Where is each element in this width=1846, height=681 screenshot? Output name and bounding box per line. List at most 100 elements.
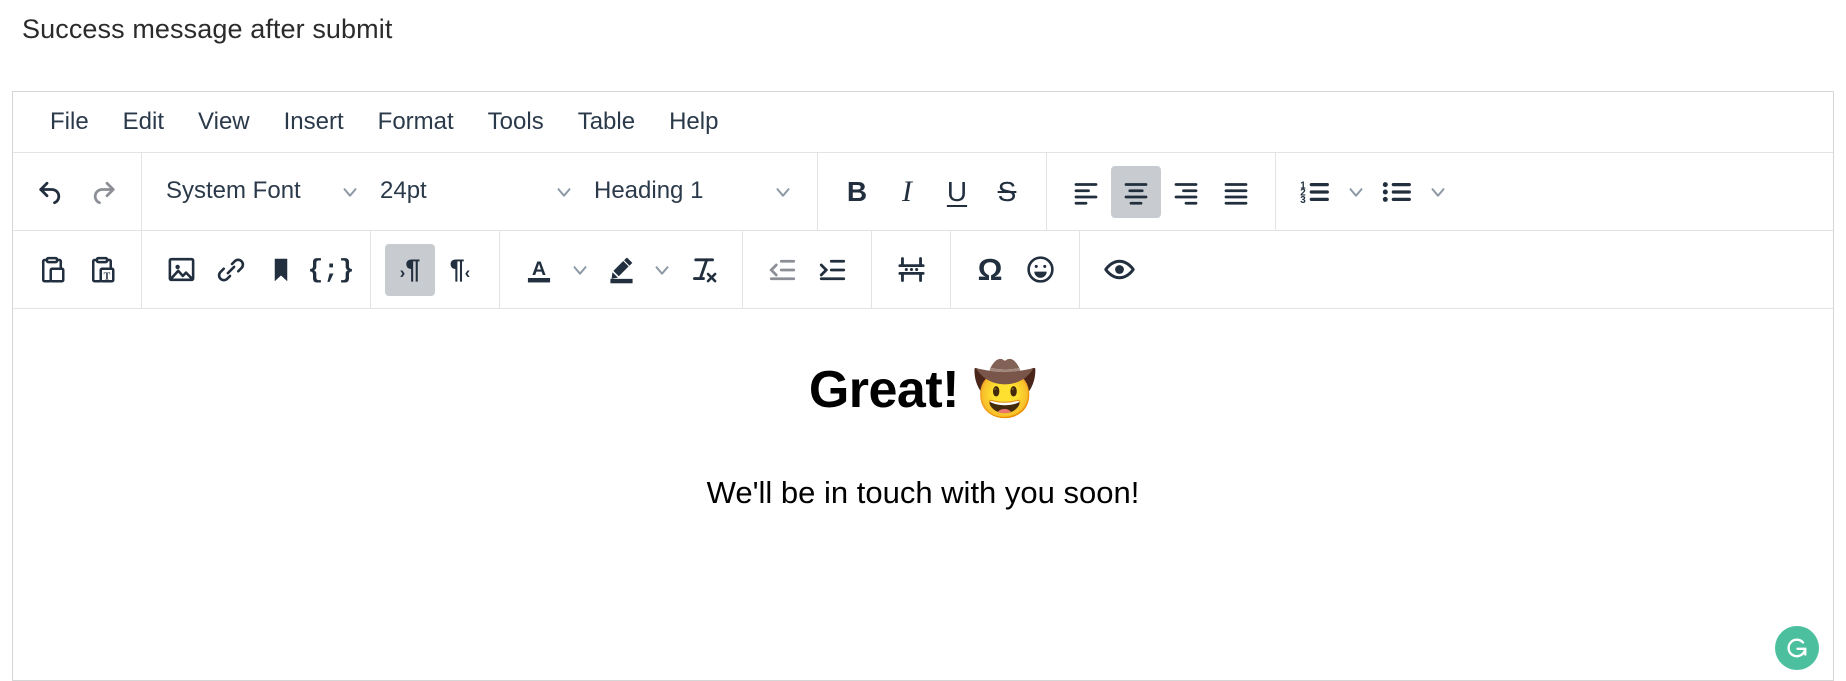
history-group — [13, 153, 142, 230]
preview-group — [1080, 231, 1833, 308]
ltr-icon: ›¶ — [399, 254, 421, 284]
grammarly-badge[interactable] — [1775, 626, 1819, 670]
menu-help[interactable]: Help — [652, 105, 735, 139]
indent-button[interactable] — [807, 244, 857, 296]
horizontal-rule-icon — [897, 257, 925, 282]
numbered-list-icon: 123 — [1300, 180, 1329, 206]
smiley-icon — [1026, 256, 1054, 283]
paste-button[interactable] — [27, 244, 77, 296]
insert-link-button[interactable] — [206, 244, 256, 296]
strikethrough-icon: S — [997, 175, 1017, 207]
font-size-select[interactable]: 24pt — [370, 166, 584, 218]
toolbar-row-2: T {;} ›¶ ¶‹ A Ω — [13, 231, 1833, 309]
redo-icon — [93, 181, 115, 204]
page-title: Success message after submit — [22, 14, 393, 44]
menu-edit[interactable]: Edit — [106, 105, 181, 139]
chevron-down-icon — [334, 166, 366, 218]
omega-icon: Ω — [977, 252, 1003, 287]
bold-button[interactable]: B — [832, 166, 882, 218]
link-icon — [217, 258, 245, 281]
direction-group: ›¶ ¶‹ — [371, 231, 500, 308]
eye-icon — [1103, 259, 1135, 280]
italic-button[interactable]: I — [882, 166, 932, 218]
align-center-button[interactable] — [1111, 165, 1161, 218]
clipboard-group: T — [13, 231, 142, 308]
rtl-icon: ¶‹ — [449, 254, 471, 284]
font-size-value: 24pt — [380, 177, 427, 205]
insert-image-button[interactable] — [156, 244, 206, 296]
text-style-group: B I U S — [818, 153, 1047, 230]
content-heading[interactable]: Great! 🤠 — [43, 359, 1803, 421]
numbered-list-options-chevron-down-icon[interactable] — [1340, 166, 1372, 218]
svg-text:T: T — [104, 271, 111, 282]
color-group: A — [500, 231, 743, 308]
menu-table[interactable]: Table — [561, 105, 652, 139]
background-color-chevron-down-icon[interactable] — [646, 244, 678, 296]
align-justify-icon — [1224, 182, 1248, 205]
clear-formatting-button[interactable] — [678, 244, 728, 296]
source-code-icon: {;} — [307, 254, 355, 285]
bullet-list-icon — [1382, 181, 1411, 202]
special-character-button[interactable]: Ω — [965, 244, 1015, 296]
ltr-button[interactable]: ›¶ — [385, 243, 435, 296]
text-color-icon: A — [527, 257, 551, 282]
outdent-button[interactable] — [757, 244, 807, 296]
grammarly-icon — [1787, 638, 1807, 658]
svg-text:3: 3 — [1300, 195, 1306, 206]
horizontal-rule-button[interactable] — [886, 244, 936, 296]
indent-group — [743, 231, 872, 308]
paste-as-text-button[interactable]: T — [77, 244, 127, 296]
block-format-value: Heading 1 — [594, 177, 704, 205]
align-right-icon — [1174, 182, 1198, 205]
emoticons-button[interactable] — [1015, 244, 1065, 296]
font-family-value: System Font — [166, 177, 301, 205]
highlight-pen-icon — [609, 256, 633, 283]
text-color-chevron-down-icon[interactable] — [564, 244, 596, 296]
paste-text-icon: T — [92, 256, 115, 282]
bold-icon: B — [846, 175, 868, 207]
clear-formatting-icon — [692, 258, 716, 283]
font-family-select[interactable]: System Font — [156, 166, 370, 218]
alignment-group — [1047, 153, 1276, 230]
numbered-list-button[interactable]: 123 — [1290, 166, 1340, 218]
redo-button[interactable] — [77, 166, 127, 218]
svg-text:A: A — [532, 257, 546, 279]
paste-icon — [42, 256, 65, 282]
outdent-icon — [768, 259, 795, 280]
italic-icon: I — [902, 174, 912, 208]
text-color-button[interactable]: A — [514, 244, 564, 296]
block-format-select[interactable]: Heading 1 — [584, 166, 803, 218]
rtl-button[interactable]: ¶‹ — [435, 244, 485, 296]
align-left-icon — [1074, 182, 1098, 205]
background-color-button[interactable] — [596, 244, 646, 296]
preview-button[interactable] — [1094, 244, 1144, 296]
editor-content-area[interactable]: Great! 🤠 We'll be in touch with you soon… — [13, 309, 1833, 680]
align-right-button[interactable] — [1161, 166, 1211, 218]
undo-button[interactable] — [27, 166, 77, 218]
image-icon — [168, 257, 194, 282]
indent-icon — [819, 259, 845, 280]
align-justify-button[interactable] — [1211, 166, 1261, 218]
bullet-list-options-chevron-down-icon[interactable] — [1422, 166, 1454, 218]
font-group: System Font 24pt Heading 1 — [142, 153, 818, 230]
menu-format[interactable]: Format — [361, 105, 471, 139]
undo-icon — [39, 181, 61, 204]
strikethrough-button[interactable]: S — [982, 166, 1032, 218]
insert-group: {;} — [142, 231, 371, 308]
chevron-down-icon — [548, 166, 580, 218]
menu-tools[interactable]: Tools — [471, 105, 561, 139]
menubar: File Edit View Insert Format Tools Table… — [13, 92, 1833, 153]
align-left-button[interactable] — [1061, 166, 1111, 218]
menu-view[interactable]: View — [181, 105, 267, 139]
menu-file[interactable]: File — [33, 105, 106, 139]
hr-group — [872, 231, 951, 308]
anchor-button[interactable] — [256, 244, 306, 296]
content-paragraph[interactable]: We'll be in touch with you soon! — [43, 473, 1803, 513]
underline-button[interactable]: U — [932, 166, 982, 218]
source-code-button[interactable]: {;} — [306, 244, 356, 296]
bullet-list-button[interactable] — [1372, 166, 1422, 218]
chevron-down-icon — [767, 166, 799, 218]
rich-text-editor: File Edit View Insert Format Tools Table… — [12, 91, 1834, 681]
list-group: 123 — [1276, 153, 1833, 230]
menu-insert[interactable]: Insert — [267, 105, 361, 139]
